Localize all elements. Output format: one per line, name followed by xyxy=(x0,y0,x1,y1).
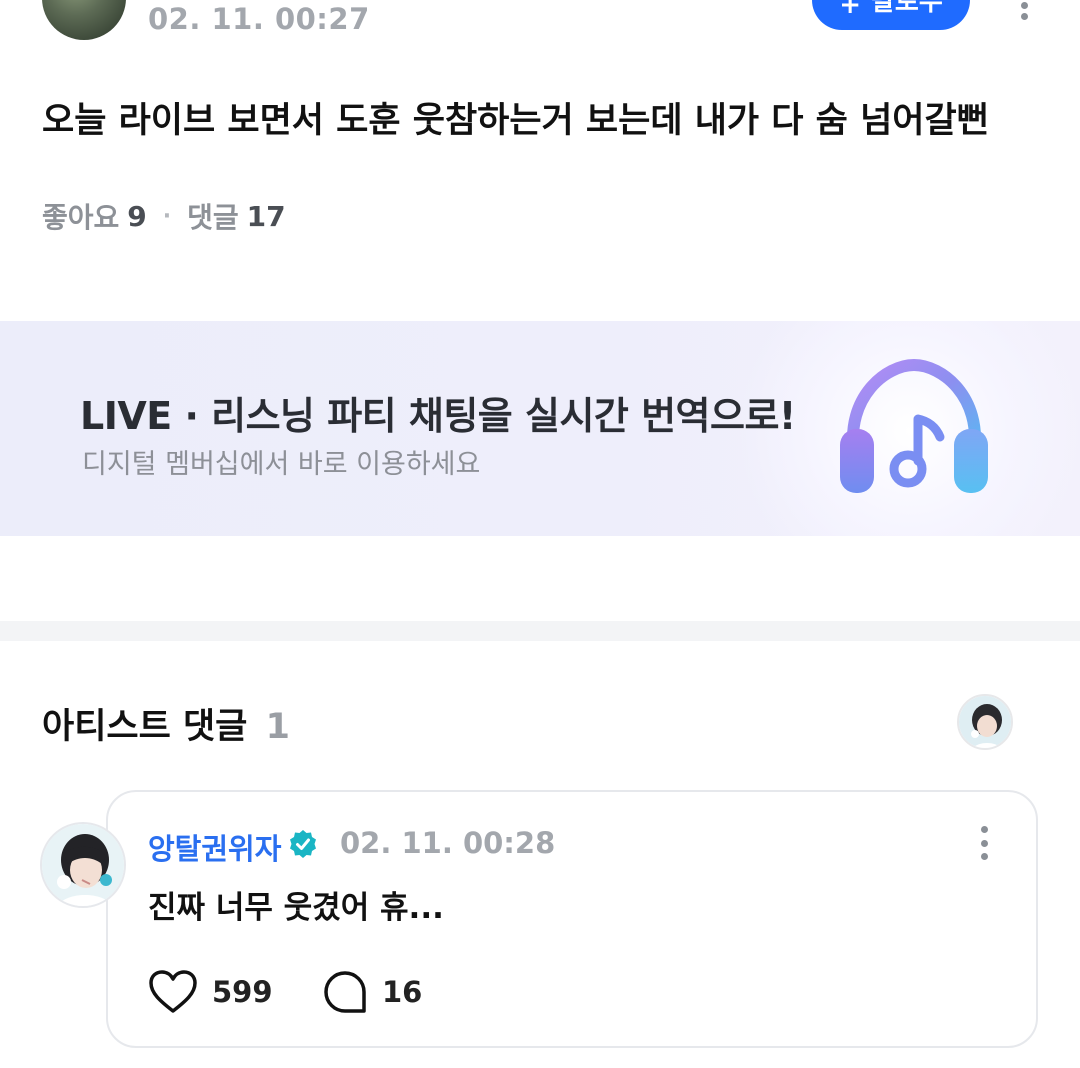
likes-count[interactable]: 9 xyxy=(127,200,146,233)
commenter-name[interactable]: 앙탈권위자 xyxy=(148,826,281,868)
headphones-music-icon xyxy=(840,358,988,493)
post-stats: 좋아요 9 · 댓글 17 xyxy=(42,196,286,236)
more-options-icon[interactable] xyxy=(1016,0,1032,20)
stats-separator: · xyxy=(162,203,172,229)
comment-like-count: 599 xyxy=(212,975,273,1009)
speech-bubble-icon xyxy=(324,971,366,1013)
likes-label[interactable]: 좋아요 xyxy=(42,196,119,236)
post-detail-page: 02. 11. 00:27 + 팔로우 오늘 라이브 보면서 도훈 웃참하는거 … xyxy=(0,0,1080,1068)
artist-comments-heading: 아티스트 댓글 1 xyxy=(42,698,290,749)
plus-icon: + xyxy=(839,0,862,20)
banner-title: LIVE · 리스닝 파티 채팅을 실시간 번역으로! xyxy=(80,394,796,438)
comment-like-button[interactable]: 599 xyxy=(148,968,273,1016)
comment-text: 진짜 너무 웃겼어 휴... xyxy=(148,890,444,926)
comment-reply-button[interactable]: 16 xyxy=(322,968,422,1016)
post-date: 02. 11. 00:27 xyxy=(148,2,370,36)
post-body-text: 오늘 라이브 보면서 도훈 웃참하는거 보는데 내가 다 숨 넘어갈뻔 xyxy=(42,101,989,141)
comment-more-options-icon[interactable] xyxy=(976,826,992,860)
promo-banner[interactable]: LIVE · 리스닝 파티 채팅을 실시간 번역으로! 디지털 멤버십에서 바로… xyxy=(0,321,1080,536)
follow-button[interactable]: + 팔로우 xyxy=(812,0,970,30)
post-header: 02. 11. 00:27 + 팔로우 xyxy=(0,0,1080,60)
artist-comments-count: 1 xyxy=(265,707,290,747)
commenter-avatar[interactable] xyxy=(40,822,126,908)
heart-icon xyxy=(149,970,197,1013)
comment-reply-count: 16 xyxy=(382,975,423,1009)
comments-label[interactable]: 댓글 xyxy=(187,196,239,236)
comment-date: 02. 11. 00:28 xyxy=(340,826,556,860)
author-avatar[interactable] xyxy=(42,0,126,40)
comments-count[interactable]: 17 xyxy=(247,200,286,233)
artist-avatar-small[interactable] xyxy=(957,694,1013,750)
artist-comments-title: 아티스트 댓글 xyxy=(42,707,248,747)
verified-badge-icon xyxy=(290,830,316,858)
section-divider xyxy=(0,621,1080,641)
follow-label: 팔로우 xyxy=(871,0,943,17)
banner-subtitle: 디지털 멤버십에서 바로 이용하세요 xyxy=(82,449,481,480)
